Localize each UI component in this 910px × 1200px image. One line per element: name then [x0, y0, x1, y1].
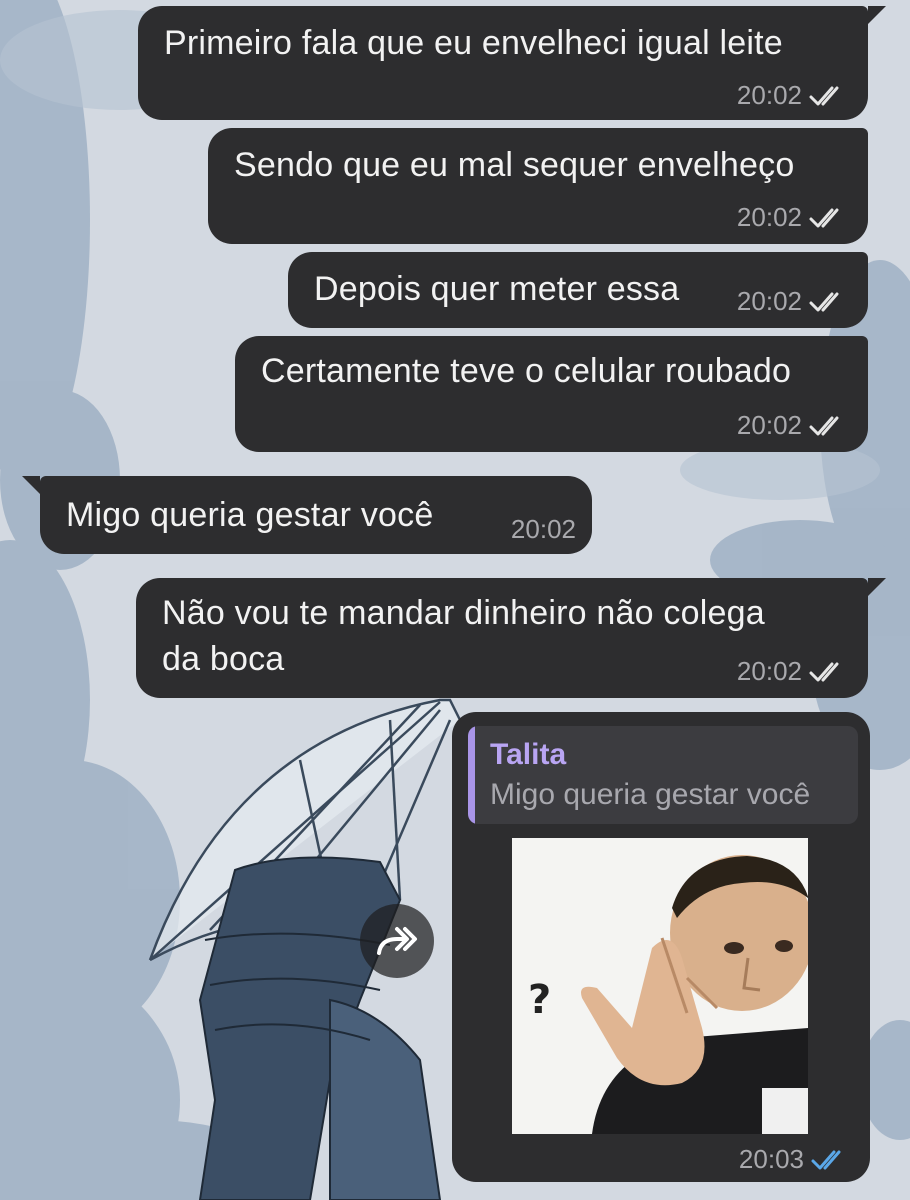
double-check-icon [809, 86, 839, 105]
message-meta: 20:02 [737, 286, 848, 317]
message-meta: 20:02 [511, 514, 576, 545]
message-bubble[interactable]: Certamente teve o celular roubado 20:02 [235, 336, 868, 452]
message-text: Migo queria gestar você [66, 496, 434, 534]
double-check-icon [809, 416, 839, 435]
double-check-icon [809, 662, 839, 681]
message-text: Sendo que eu mal sequer envelheço [234, 146, 795, 184]
double-check-icon [809, 208, 839, 227]
message-meta: 20:02 [737, 202, 848, 233]
forward-button[interactable] [360, 904, 434, 978]
message-time: 20:02 [736, 202, 802, 232]
message-time: 20:02 [736, 656, 802, 686]
message-bubble[interactable]: Depois quer meter essa 20:02 [288, 252, 868, 328]
message-bubble-incoming[interactable]: Migo queria gestar você 20:02 [22, 476, 592, 554]
message-meta: 20:03 [739, 1144, 850, 1175]
message-meta: 20:02 [737, 410, 848, 441]
message-time: 20:02 [736, 410, 802, 440]
message-text: Primeiro fala que eu envelheci igual lei… [164, 24, 783, 62]
reply-message-bubble[interactable]: Talita Migo queria gestar você ? 20:03 [452, 712, 870, 1182]
quote-accent-bar [468, 726, 475, 824]
message-time: 20:03 [738, 1144, 804, 1174]
message-time: 20:02 [736, 286, 802, 316]
message-meta: 20:02 [737, 80, 848, 111]
message-text-line-1: Não vou te mandar dinheiro não colega [162, 594, 765, 632]
message-bubble[interactable]: Sendo que eu mal sequer envelheço 20:02 [208, 128, 868, 244]
quoted-sender-name: Talita [490, 738, 567, 771]
message-text-line-2: da boca [162, 640, 285, 678]
quoted-reply[interactable]: Talita Migo queria gestar você [468, 726, 858, 824]
sticker-image[interactable]: ? [512, 838, 808, 1134]
message-text: Depois quer meter essa [314, 270, 680, 308]
message-meta: 20:02 [737, 656, 848, 687]
message-time: 20:02 [736, 80, 802, 110]
quoted-message-text: Migo queria gestar você [490, 778, 811, 811]
message-text: Certamente teve o celular roubado [261, 352, 792, 390]
sticker-illustration: ? [512, 838, 808, 1134]
double-check-icon [809, 292, 839, 311]
message-bubble[interactable]: Não vou te mandar dinheiro não colega da… [136, 578, 886, 698]
message-time: 20:02 [510, 514, 576, 544]
double-check-blue-icon [811, 1150, 841, 1169]
forward-arrow-icon [377, 927, 417, 955]
message-bubble[interactable]: Primeiro fala que eu envelheci igual lei… [138, 6, 886, 120]
sticker-question-mark: ? [528, 977, 551, 1023]
